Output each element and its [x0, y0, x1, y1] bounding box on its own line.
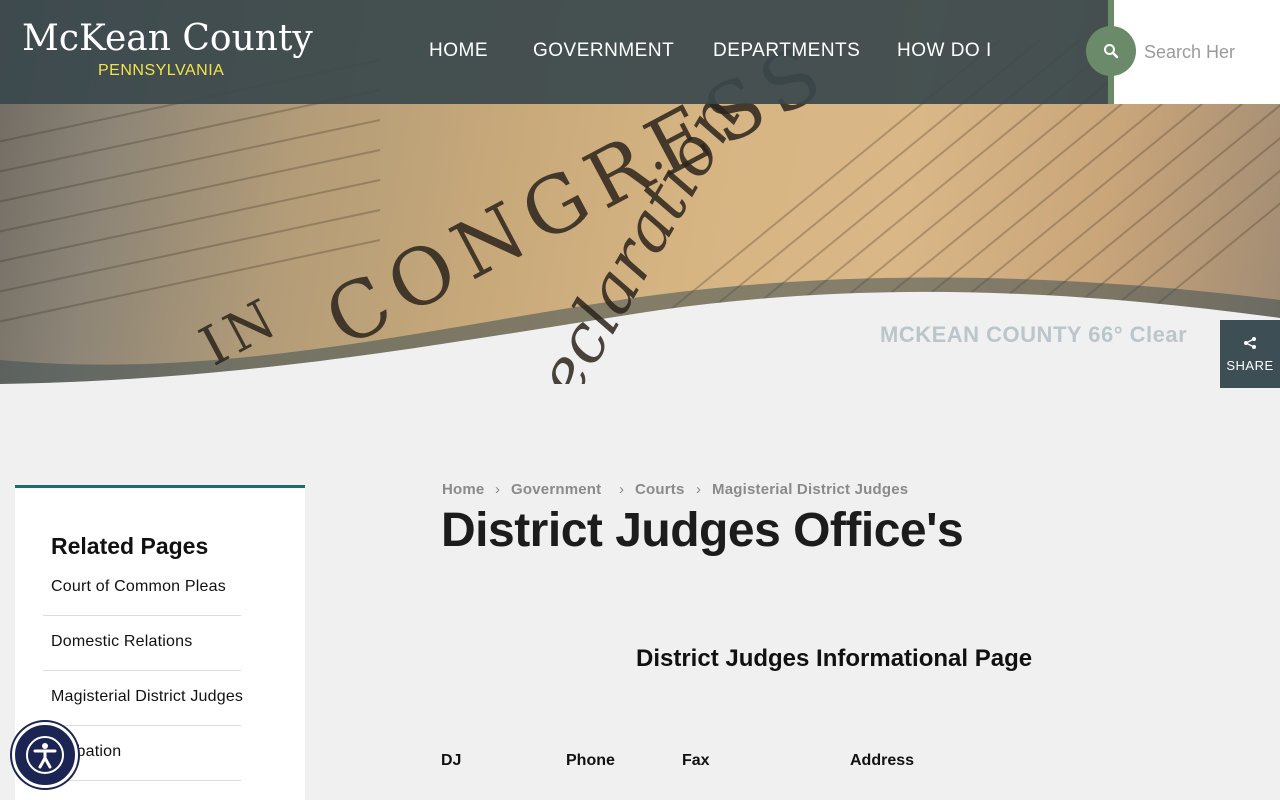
- related-link-domestic-relations[interactable]: Domestic Relations: [51, 633, 192, 651]
- breadcrumb-magisterial-district-judges[interactable]: Magisterial District Judges: [712, 481, 908, 498]
- weather-widget[interactable]: MCKEAN COUNTY 66° Clear: [880, 322, 1187, 348]
- nav-departments[interactable]: DEPARTMENTS: [713, 40, 860, 62]
- breadcrumb-separator: ›: [495, 481, 500, 498]
- divider: [43, 780, 241, 781]
- table-header-address: Address: [850, 752, 915, 769]
- divider: [43, 725, 241, 726]
- search-icon: [1104, 44, 1119, 59]
- related-link-court-of-common-pleas[interactable]: Court of Common Pleas: [51, 578, 226, 596]
- related-pages-title: Related Pages: [51, 533, 209, 559]
- divider: [43, 615, 241, 616]
- breadcrumb-government[interactable]: Government: [511, 481, 601, 498]
- search-button[interactable]: [1086, 26, 1136, 76]
- divider: [43, 670, 241, 671]
- nav-government[interactable]: GOVERNMENT: [533, 40, 674, 62]
- breadcrumb-home[interactable]: Home: [442, 481, 484, 498]
- logo-title[interactable]: McKean County: [22, 18, 313, 59]
- accessibility-icon: [26, 736, 64, 774]
- page-title: District Judges Office's: [441, 504, 964, 557]
- related-link-magisterial-district-judges[interactable]: Magisterial District Judges: [51, 688, 243, 706]
- section-title: District Judges Informational Page: [636, 645, 1033, 672]
- table-header-dj: DJ: [441, 752, 462, 769]
- breadcrumb-separator: ›: [696, 481, 701, 498]
- table-header-phone: Phone: [566, 752, 615, 769]
- share-label: SHARE: [1226, 357, 1274, 373]
- share-button[interactable]: SHARE: [1220, 320, 1280, 388]
- nav-how-do-i[interactable]: HOW DO I: [897, 40, 992, 62]
- table-header-fax: Fax: [682, 752, 710, 769]
- share-icon: [1244, 336, 1256, 349]
- breadcrumb-separator: ›: [619, 481, 624, 498]
- search-input[interactable]: [1144, 38, 1274, 66]
- nav-home[interactable]: HOME: [429, 40, 488, 62]
- logo-subtitle[interactable]: PENNSYLVANIA: [98, 62, 224, 80]
- accessibility-button[interactable]: [12, 722, 78, 788]
- breadcrumb-courts[interactable]: Courts: [635, 481, 685, 498]
